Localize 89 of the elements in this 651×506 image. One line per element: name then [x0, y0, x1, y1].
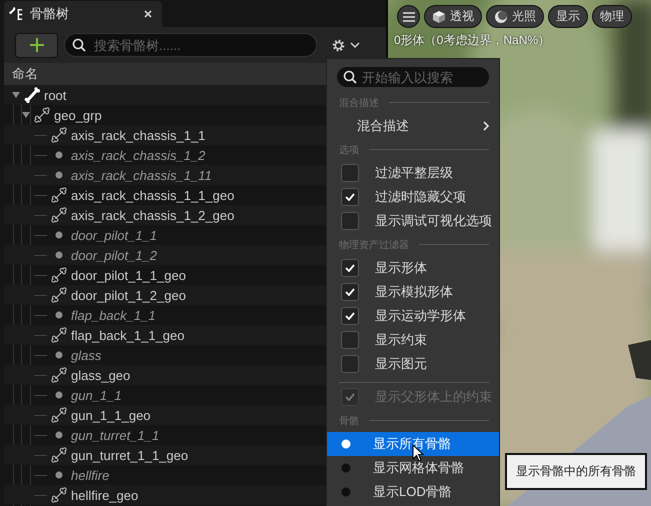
- dot-icon: [55, 431, 63, 439]
- checkbox-item[interactable]: 显示调试可视化选项: [327, 209, 499, 233]
- tooltip: 显示骨骼中的所有骨骼: [505, 453, 647, 490]
- menu-search-field[interactable]: 开始输入以搜索: [337, 67, 489, 87]
- settings-icon: [331, 38, 346, 52]
- radio-dot-icon: [341, 439, 351, 449]
- bone-name[interactable]: hellfire: [71, 468, 110, 482]
- bone-icon: [24, 87, 40, 103]
- search-field[interactable]: 搜索骨骼树......: [64, 33, 317, 57]
- bone-name[interactable]: axis_rack_chassis_1_1_geo: [71, 188, 234, 202]
- expand-arrow-icon[interactable]: [12, 91, 20, 99]
- dot-icon: [55, 171, 63, 179]
- checkbox[interactable]: [341, 212, 359, 230]
- menu-icon: [402, 12, 414, 22]
- skeleton-tree-tab[interactable]: 骨骼树: [4, 1, 162, 27]
- bone-name[interactable]: root: [44, 88, 66, 102]
- bone-name[interactable]: flap_back_1_1: [71, 308, 156, 322]
- bone-name[interactable]: door_pilot_1_1_geo: [71, 268, 186, 282]
- sphere-icon: [494, 10, 508, 24]
- submenu-item[interactable]: 混合描述: [327, 114, 499, 138]
- checkbox-item[interactable]: 过滤时隐藏父项: [327, 185, 499, 209]
- dot-icon: [55, 391, 63, 399]
- check-icon: [345, 264, 355, 272]
- bone-icon: [34, 107, 50, 123]
- stats-text: 0形体（0考虑边界，NaN%）: [394, 33, 552, 48]
- tree-icon: [9, 6, 24, 22]
- bone-name[interactable]: hellfire_geo: [71, 488, 138, 502]
- check-icon: [345, 193, 355, 201]
- tab-title: 骨骼树: [30, 5, 70, 23]
- checkbox[interactable]: [341, 307, 359, 325]
- radio-item[interactable]: 显示LOD骨骼: [327, 480, 499, 504]
- check-icon: [345, 288, 355, 296]
- dot-icon: [55, 311, 63, 319]
- expand-arrow-icon[interactable]: [22, 111, 30, 119]
- chevron-icon: [483, 121, 489, 131]
- bone-name[interactable]: gun_1_1: [71, 388, 122, 402]
- section-heading: 物理资产过滤器: [339, 238, 409, 252]
- checkbox-item[interactable]: 显示运动学形体: [327, 304, 499, 328]
- bone-icon: [51, 447, 67, 463]
- checkbox-item[interactable]: 过滤平整层级: [327, 161, 499, 185]
- section-heading: 选项: [339, 144, 359, 156]
- bone-name[interactable]: gun_turret_1_1: [71, 428, 160, 442]
- bone-name[interactable]: door_pilot_1_2: [71, 248, 158, 262]
- checkbox-item[interactable]: 显示模拟形体: [327, 280, 499, 304]
- bone-name[interactable]: door_pilot_1_1: [71, 228, 158, 242]
- radio-item[interactable]: 显示网格体骨骼: [327, 456, 499, 480]
- bone-name[interactable]: geo_grp: [54, 108, 102, 122]
- radio-dot-icon: [341, 487, 351, 497]
- radio-dot-icon: [341, 463, 351, 473]
- caret-icon: [350, 42, 360, 48]
- plus-icon: [30, 38, 44, 52]
- bone-icon: [51, 407, 67, 423]
- lighting-button[interactable]: 光照: [486, 5, 544, 28]
- dot-icon: [55, 471, 63, 479]
- close-icon[interactable]: [144, 10, 152, 18]
- bone-name[interactable]: glass: [71, 348, 102, 362]
- bone-icon: [51, 367, 67, 383]
- checkbox[interactable]: [341, 188, 359, 206]
- cube-icon: [432, 10, 446, 24]
- dot-icon: [55, 151, 63, 159]
- checkbox[interactable]: [341, 355, 359, 373]
- bone-icon: [51, 487, 67, 503]
- search-icon: [72, 38, 86, 52]
- checkbox-item[interactable]: 显示形体: [327, 256, 499, 280]
- bone-icon: [51, 287, 67, 303]
- checkbox-item[interactable]: 显示约束: [327, 328, 499, 352]
- bone-name[interactable]: gun_1_1_geo: [71, 408, 151, 422]
- bone-name[interactable]: axis_rack_chassis_1_2: [71, 148, 206, 162]
- checkbox[interactable]: [341, 331, 359, 349]
- bone-icon: [51, 327, 67, 343]
- check-icon: [345, 312, 355, 320]
- search-icon: [343, 70, 357, 84]
- checkbox-item[interactable]: 显示图元: [327, 352, 499, 376]
- bone-icon: [51, 207, 67, 223]
- dot-icon: [55, 351, 63, 359]
- checkbox[interactable]: [341, 164, 359, 182]
- dot-icon: [55, 251, 63, 259]
- section-heading: 混合描述: [339, 96, 379, 110]
- checkbox[interactable]: [341, 283, 359, 301]
- checkbox[interactable]: [341, 259, 359, 277]
- perspective-button[interactable]: 透视: [424, 5, 482, 28]
- check-icon: [345, 393, 355, 401]
- section-heading: 骨骼: [339, 414, 359, 428]
- bone-icon: [51, 267, 67, 283]
- add-button[interactable]: [15, 32, 58, 58]
- bone-icon: [51, 127, 67, 143]
- bone-name[interactable]: glass_geo: [71, 368, 130, 382]
- dot-icon: [55, 231, 63, 239]
- bone-icon: [51, 187, 67, 203]
